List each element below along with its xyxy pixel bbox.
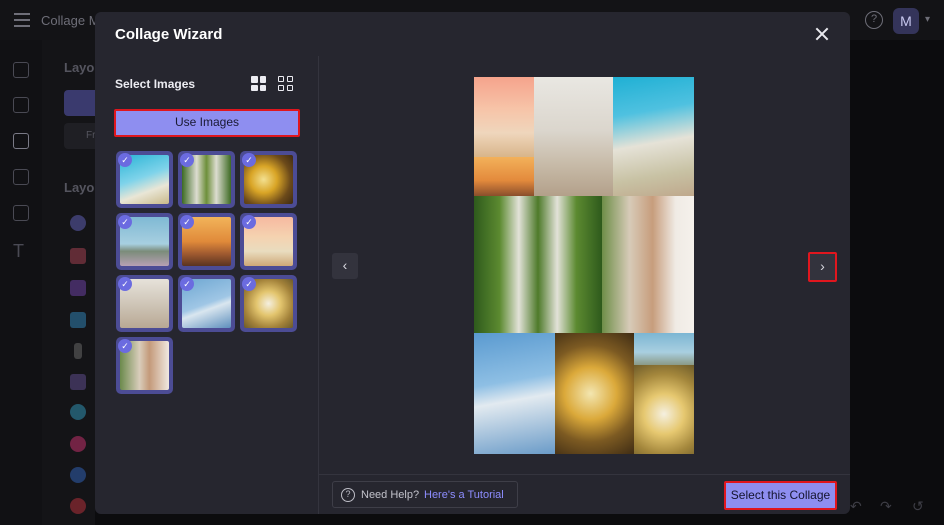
help-icon[interactable]: ?	[865, 11, 883, 29]
collage-wizard-modal: Collage Wizard Select Images Use Images …	[95, 12, 850, 514]
modal-title: Collage Wizard	[115, 26, 223, 43]
photo-icon[interactable]	[13, 62, 29, 78]
thumbnail-feet-grass[interactable]: ✓	[178, 151, 235, 208]
panel-label: Layo	[64, 60, 95, 75]
thumbnail-palm-tree[interactable]: ✓	[240, 213, 297, 270]
layout-option-icon[interactable]	[70, 248, 86, 264]
thumbnail-camera-sky[interactable]: ✓	[116, 151, 173, 208]
layout-option-icon[interactable]	[70, 280, 86, 296]
layout-icon[interactable]	[13, 133, 29, 149]
select-collage-button[interactable]: Select this Collage	[724, 481, 837, 510]
collage-preview	[474, 77, 694, 454]
check-icon: ✓	[118, 215, 132, 229]
layout-option-icon[interactable]	[74, 343, 82, 359]
collage-cell-woman-scarf	[602, 196, 694, 333]
chevron-left-icon[interactable]: ‹	[332, 253, 358, 279]
collage-cell-sunflowers	[555, 333, 634, 454]
collage-cell-camera	[613, 77, 694, 196]
check-icon: ✓	[180, 153, 194, 167]
chevron-down-icon[interactable]: ▾	[925, 14, 930, 25]
close-icon[interactable]	[812, 24, 832, 44]
collage-cell-sunset	[474, 157, 534, 196]
layout-option-icon[interactable]	[70, 404, 86, 420]
grid-small-icon[interactable]	[278, 76, 293, 91]
redo-icon[interactable]: ↷	[880, 498, 892, 515]
select-images-title: Select Images	[115, 77, 196, 91]
text-icon[interactable]: T	[13, 241, 29, 261]
check-icon: ✓	[242, 215, 256, 229]
layout-option-icon[interactable]	[70, 215, 86, 231]
collage-preview-area: ‹ ›	[319, 56, 850, 474]
instagram-icon[interactable]	[70, 436, 86, 452]
use-images-button[interactable]: Use Images	[114, 109, 300, 137]
facebook-icon[interactable]	[70, 467, 86, 483]
thumbnail-beach-birds[interactable]: ✓	[116, 213, 173, 270]
table-icon[interactable]	[13, 169, 29, 185]
thumbnail-sunflowers[interactable]: ✓	[240, 151, 297, 208]
app-sidebar-rail: T	[0, 40, 42, 525]
info-icon: ?	[341, 488, 355, 502]
undo-icon[interactable]: ↶	[850, 498, 862, 515]
tutorial-link[interactable]: Here's a Tutorial	[424, 489, 504, 501]
history-icon[interactable]: ↺	[912, 498, 924, 515]
check-icon: ✓	[180, 277, 194, 291]
chevron-right-icon[interactable]: ›	[808, 252, 837, 282]
collage-cell-woman-beach	[534, 77, 613, 196]
image-selection-pane: Select Images Use Images ✓ ✓ ✓ ✓ ✓ ✓ ✓ ✓…	[95, 56, 319, 514]
adjust-icon[interactable]	[13, 97, 29, 113]
panel-label: Layo	[64, 180, 95, 195]
help-box: ? Need Help? Here's a Tutorial	[332, 481, 518, 508]
menu-icon[interactable]	[14, 13, 30, 27]
collage-cell-palm	[474, 77, 534, 157]
check-icon: ✓	[180, 215, 194, 229]
thumbnail-woman-scarf[interactable]: ✓	[116, 337, 173, 394]
check-icon: ✓	[242, 277, 256, 291]
collage-cell-polaroid	[474, 333, 555, 454]
check-icon: ✓	[118, 277, 132, 291]
thumbnail-woman-beach[interactable]: ✓	[116, 275, 173, 332]
modal-header: Collage Wizard	[95, 12, 850, 56]
avatar[interactable]: M	[893, 8, 919, 34]
thumbnail-sunset-birds[interactable]: ✓	[178, 213, 235, 270]
elements-icon[interactable]	[13, 205, 29, 221]
pinterest-icon[interactable]	[70, 498, 86, 514]
thumbnail-polaroid-sky[interactable]: ✓	[178, 275, 235, 332]
layout-option-icon[interactable]	[70, 312, 86, 328]
app-title: Collage M	[41, 13, 100, 28]
help-text: Need Help?	[361, 489, 420, 501]
check-icon: ✓	[118, 153, 132, 167]
check-icon: ✓	[118, 339, 132, 353]
check-icon: ✓	[242, 153, 256, 167]
panel-tab-active[interactable]	[64, 90, 95, 116]
layout-option-icon[interactable]	[70, 374, 86, 390]
grid-large-icon[interactable]	[251, 76, 266, 91]
collage-cell-feet-grass	[474, 196, 602, 333]
collage-cell-beach	[634, 333, 694, 365]
panel-tab[interactable]: Fr	[64, 123, 95, 149]
collage-cell-daisies	[634, 365, 694, 454]
modal-footer: ? Need Help? Here's a Tutorial Select th…	[319, 474, 850, 514]
thumbnail-daisies[interactable]: ✓	[240, 275, 297, 332]
